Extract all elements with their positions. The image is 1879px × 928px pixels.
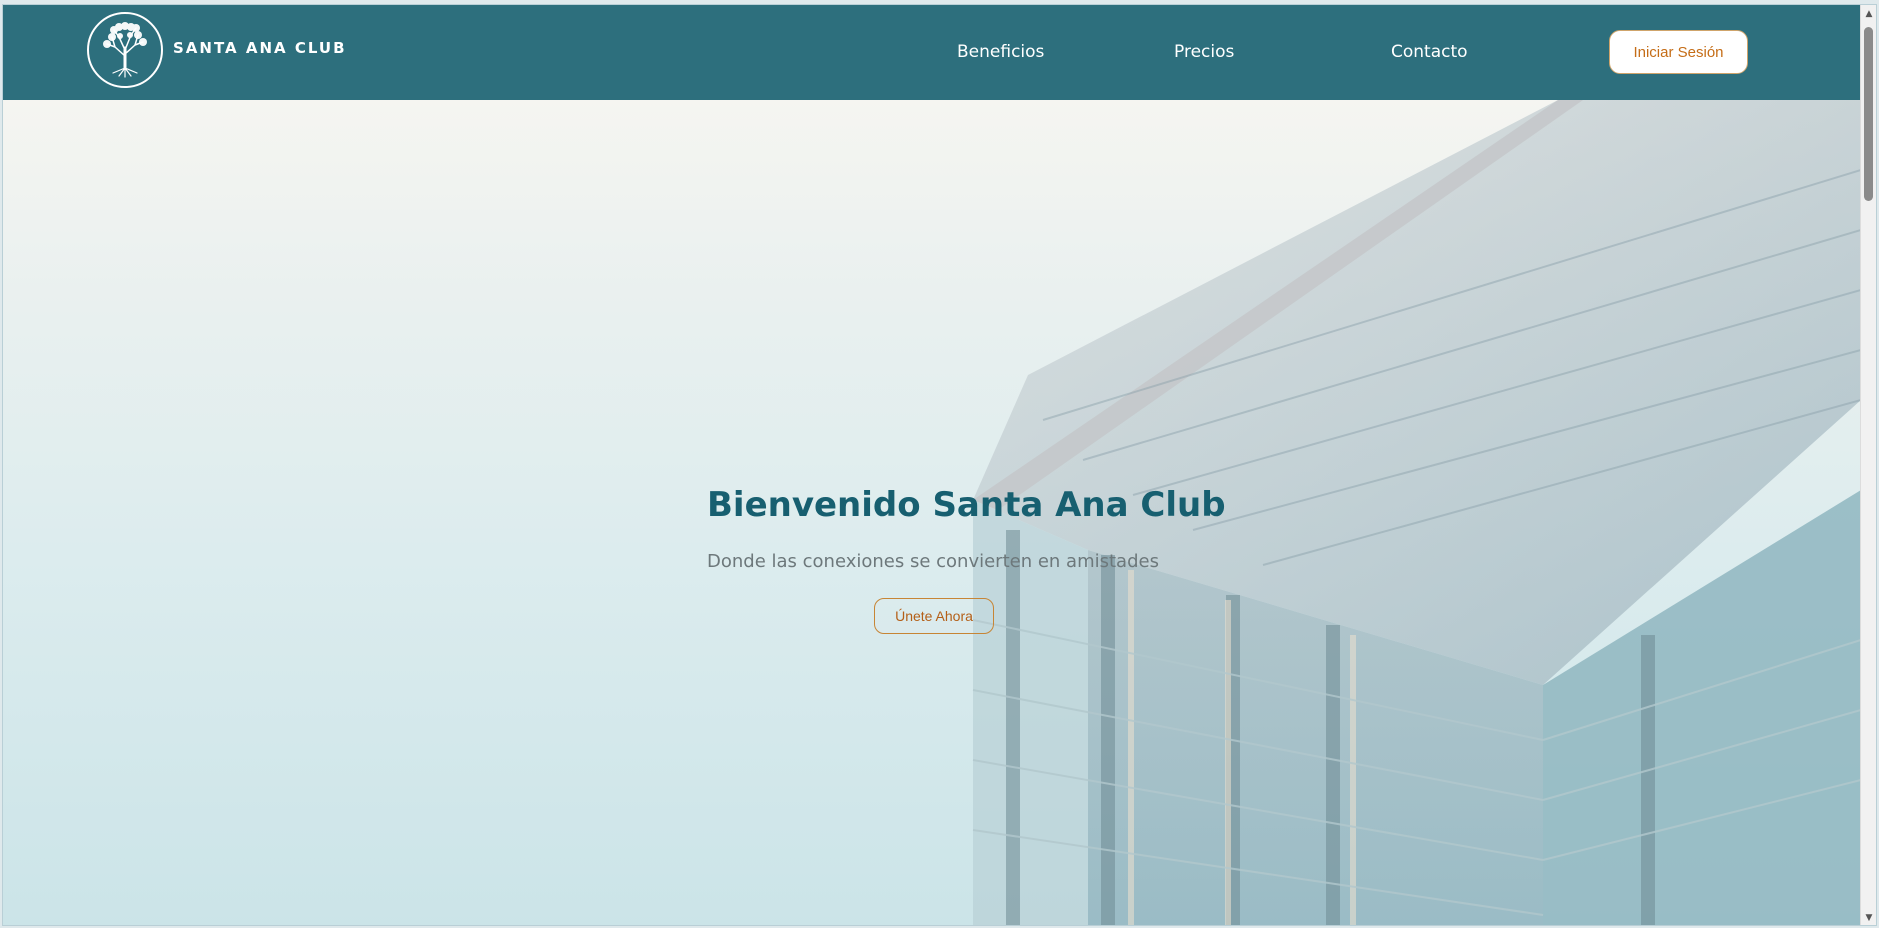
- scroll-down-icon[interactable]: ▼: [1861, 910, 1876, 925]
- vertical-scrollbar[interactable]: ▲ ▼: [1860, 5, 1876, 925]
- login-button[interactable]: Iniciar Sesión: [1609, 30, 1748, 74]
- nav-link-beneficios[interactable]: Beneficios: [957, 42, 1044, 62]
- hero-section: Bienvenido Santa Ana Club Donde las cone…: [3, 100, 1861, 925]
- scrollbar-thumb[interactable]: [1864, 27, 1873, 201]
- top-navbar: SANTA ANA CLUB Beneficios Precios Contac…: [3, 5, 1861, 100]
- nav-link-precios[interactable]: Precios: [1174, 42, 1234, 62]
- nav-link-contacto[interactable]: Contacto: [1391, 42, 1468, 62]
- scroll-up-icon[interactable]: ▲: [1861, 6, 1876, 22]
- hero-subtitle: Donde las conexiones se convierten en am…: [707, 551, 1159, 572]
- browser-window: SANTA ANA CLUB Beneficios Precios Contac…: [2, 4, 1877, 926]
- hero-content: Bienvenido Santa Ana Club Donde las cone…: [3, 100, 1861, 925]
- main-navigation: Beneficios Precios Contacto Iniciar Sesi…: [3, 5, 1861, 100]
- hero-title: Bienvenido Santa Ana Club: [707, 485, 1226, 525]
- join-now-button[interactable]: Únete Ahora: [874, 598, 994, 634]
